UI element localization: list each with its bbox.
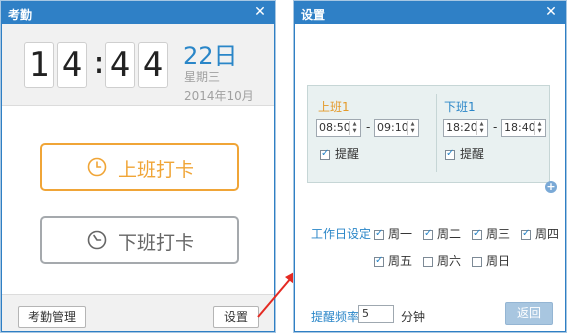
clock-digit-hour-tens: 1 bbox=[24, 42, 54, 88]
close-icon[interactable]: ✕ bbox=[543, 4, 559, 20]
remind-label: 提醒 bbox=[460, 147, 485, 161]
clock-panel: 1 4 : 4 4 22日 星期三 2014年10月 bbox=[2, 24, 274, 106]
settings-button[interactable]: 设置 bbox=[213, 306, 259, 328]
end-to-time-input[interactable]: 18:40 ▲ ▼ bbox=[501, 119, 546, 137]
start-shift-label: 上班1 bbox=[318, 100, 350, 114]
spinner-icon[interactable]: ▲ ▼ bbox=[476, 121, 486, 135]
pointer-arrow bbox=[257, 271, 296, 318]
day-label: 周五 bbox=[388, 254, 413, 268]
checkbox-unchecked-icon[interactable] bbox=[423, 256, 433, 267]
clock-icon bbox=[87, 157, 107, 177]
workday-checkbox-sat[interactable]: 周六 bbox=[423, 252, 461, 269]
day-label: 周四 bbox=[535, 227, 560, 241]
checkbox-checked-icon[interactable] bbox=[445, 148, 455, 160]
date-weekday: 星期三 bbox=[184, 70, 221, 84]
time-value: 08:50 bbox=[319, 121, 351, 134]
checkbox-unchecked-icon[interactable] bbox=[472, 256, 482, 267]
workday-checkbox-sun[interactable]: 周日 bbox=[472, 252, 510, 269]
close-icon[interactable]: ✕ bbox=[252, 4, 268, 20]
spinner-icon[interactable]: ▲ ▼ bbox=[534, 121, 544, 135]
reminder-frequency-label: 提醒频率 bbox=[311, 310, 360, 324]
checkbox-checked-icon[interactable] bbox=[374, 255, 384, 267]
clock-digit-minute-tens: 4 bbox=[105, 42, 135, 88]
clock-icon bbox=[87, 230, 107, 250]
settings-body: 上班1 下班1 08:50 ▲ ▼ - 09:10 ▲ ▼ 18:20 ▲ ▼ - 1… bbox=[295, 24, 565, 331]
punch-in-label: 上班打卡 bbox=[118, 159, 195, 181]
settings-titlebar[interactable]: 设置 ✕ bbox=[295, 2, 565, 24]
attendance-titlebar[interactable]: 考勤 ✕ bbox=[2, 2, 274, 24]
clock-digit-hour-ones: 4 bbox=[57, 42, 87, 88]
end-from-time-input[interactable]: 18:20 ▲ ▼ bbox=[443, 119, 488, 137]
day-label: 周一 bbox=[388, 227, 413, 241]
start-to-time-input[interactable]: 09:10 ▲ ▼ bbox=[374, 119, 419, 137]
day-label: 周六 bbox=[437, 254, 462, 268]
spinner-icon[interactable]: ▲ ▼ bbox=[407, 121, 417, 135]
window-title: 设置 bbox=[301, 8, 326, 22]
column-divider bbox=[436, 94, 437, 172]
time-value: 09:10 bbox=[377, 121, 409, 134]
punch-in-button[interactable]: 上班打卡 bbox=[40, 143, 239, 191]
attendance-window: 考勤 ✕ 1 4 : 4 4 22日 星期三 2014年10月 上班打卡 下班打… bbox=[1, 1, 275, 332]
punch-out-label: 下班打卡 bbox=[118, 232, 195, 254]
start-from-time-input[interactable]: 08:50 ▲ ▼ bbox=[316, 119, 361, 137]
date-day: 22日 bbox=[183, 42, 238, 70]
window-title: 考勤 bbox=[8, 8, 33, 22]
settings-window: 设置 ✕ 上班1 下班1 08:50 ▲ ▼ - 09:10 ▲ ▼ 18:20 ▲… bbox=[294, 1, 566, 332]
checkbox-checked-icon[interactable] bbox=[320, 148, 330, 160]
checkbox-checked-icon[interactable] bbox=[374, 228, 384, 240]
end-shift-label: 下班1 bbox=[444, 100, 476, 114]
time-value: 18:20 bbox=[446, 121, 478, 134]
time-range-separator: - bbox=[493, 120, 498, 134]
workday-checkbox-tue[interactable]: 周二 bbox=[423, 225, 461, 242]
end-remind-checkbox[interactable]: 提醒 bbox=[445, 145, 484, 162]
punch-out-button[interactable]: 下班打卡 bbox=[40, 216, 239, 264]
workday-checkbox-mon[interactable]: 周一 bbox=[374, 225, 412, 242]
add-schedule-icon[interactable]: + bbox=[545, 181, 557, 193]
workday-checkbox-fri[interactable]: 周五 bbox=[374, 252, 412, 269]
reminder-frequency-unit: 分钟 bbox=[401, 310, 426, 324]
remind-label: 提醒 bbox=[335, 147, 360, 161]
day-label: 周三 bbox=[486, 227, 511, 241]
day-label: 周日 bbox=[486, 254, 511, 268]
workday-checkbox-thu[interactable]: 周四 bbox=[521, 225, 559, 242]
day-label: 周二 bbox=[437, 227, 462, 241]
workday-checkbox-wed[interactable]: 周三 bbox=[472, 225, 510, 242]
checkbox-checked-icon[interactable] bbox=[521, 228, 531, 240]
time-value: 18:40 bbox=[504, 121, 536, 134]
time-range-separator: - bbox=[366, 120, 371, 134]
attendance-bottom-bar: 考勤管理 设置 bbox=[2, 294, 274, 331]
date-year-month: 2014年10月 bbox=[184, 89, 254, 103]
schedule-panel: 上班1 下班1 08:50 ▲ ▼ - 09:10 ▲ ▼ 18:20 ▲ ▼ - 1… bbox=[307, 85, 550, 183]
checkbox-checked-icon[interactable] bbox=[472, 228, 482, 240]
workday-label: 工作日设定 bbox=[311, 227, 372, 241]
spinner-icon[interactable]: ▲ ▼ bbox=[349, 121, 359, 135]
clock-digit-minute-ones: 4 bbox=[138, 42, 168, 88]
start-remind-checkbox[interactable]: 提醒 bbox=[320, 145, 359, 162]
back-button[interactable]: 返回 bbox=[505, 302, 553, 325]
checkbox-checked-icon[interactable] bbox=[423, 228, 433, 240]
reminder-frequency-input[interactable]: 5 bbox=[358, 305, 394, 323]
clock-separator: : bbox=[90, 46, 109, 81]
attendance-manage-button[interactable]: 考勤管理 bbox=[18, 306, 86, 328]
